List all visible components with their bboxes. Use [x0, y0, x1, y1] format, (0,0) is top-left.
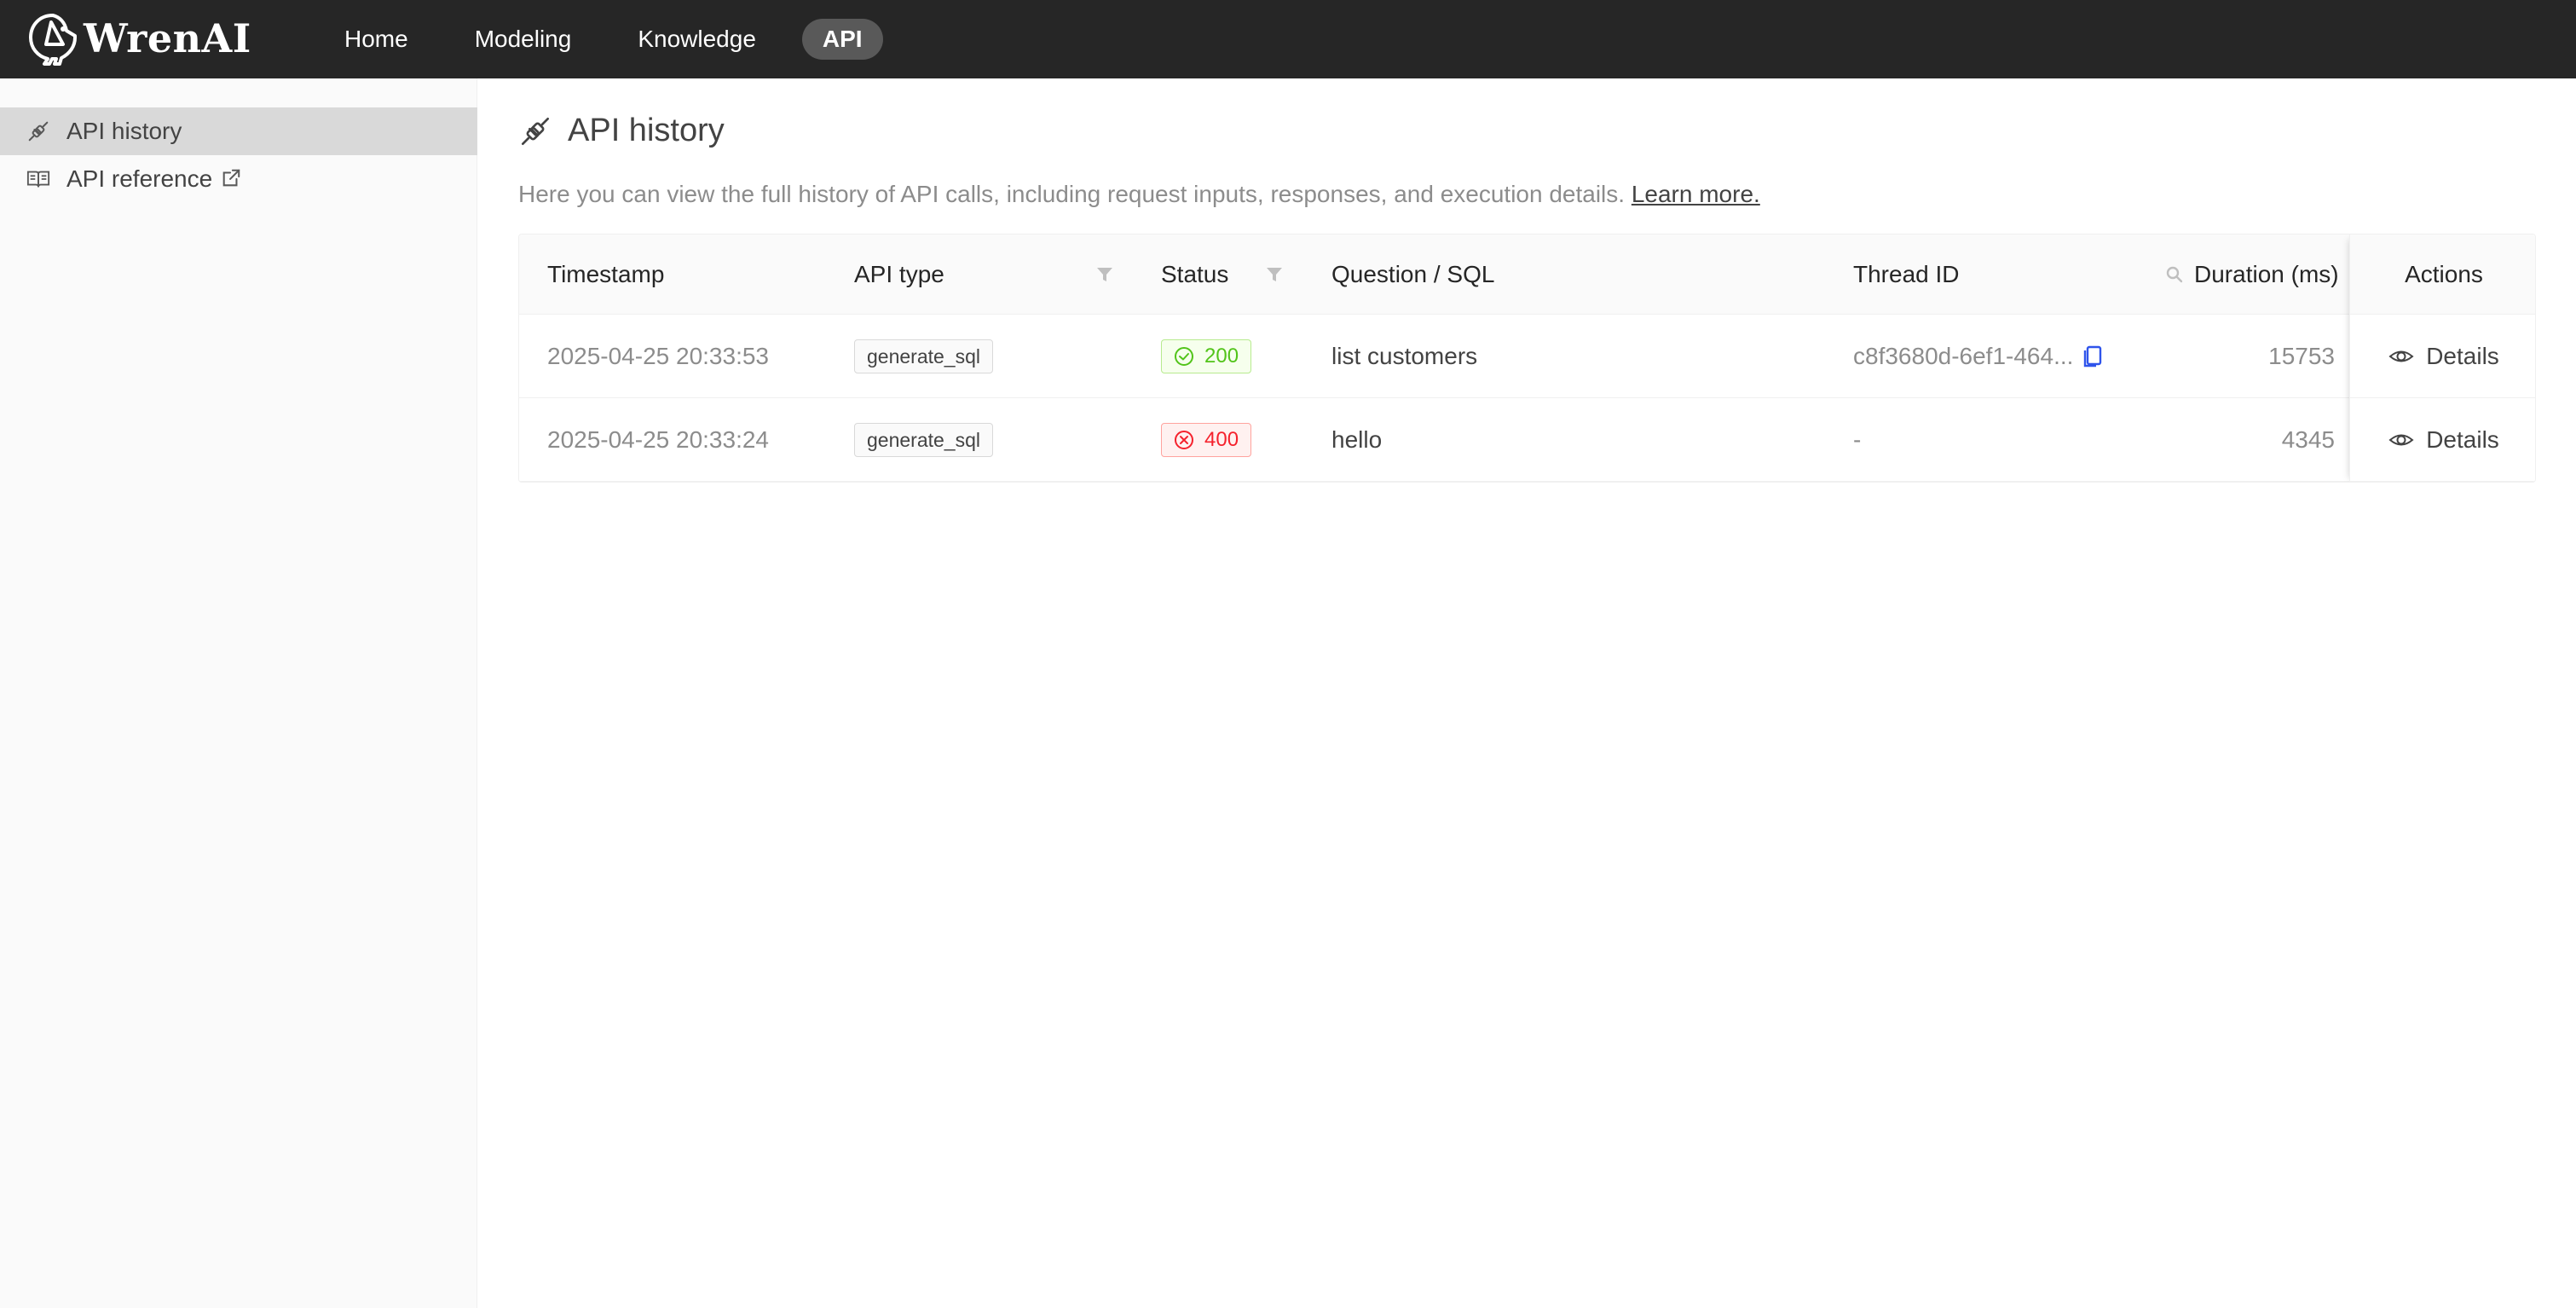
row-question: list customers [1331, 342, 1478, 369]
row-thread-id: c8f3680d-6ef1-464... [1853, 342, 2074, 369]
nav-home[interactable]: Home [324, 20, 429, 59]
thread-id-cell: c8f3680d-6ef1-464... [1853, 315, 2104, 397]
status-code: 200 [1204, 344, 1239, 368]
status-filter-icon[interactable] [1265, 265, 1284, 284]
header-thread-id[interactable]: Thread ID [1853, 234, 1960, 314]
api-type-cell: generate_sql [854, 315, 993, 397]
header-status[interactable]: Status [1161, 234, 1228, 314]
page-title: API history [518, 113, 725, 149]
nav-knowledge[interactable]: Knowledge [617, 20, 777, 59]
status-code: 400 [1204, 427, 1239, 451]
header-actions: Actions [2350, 234, 2535, 315]
status-badge: 400 [1161, 422, 1252, 457]
api-type-tag: generate_sql [854, 339, 993, 373]
learn-more-link[interactable]: Learn more. [1632, 181, 1760, 207]
row-duration: 15753 [2268, 342, 2335, 369]
api-plug-icon [26, 119, 51, 144]
check-circle-icon [1175, 346, 1193, 366]
sidebar: API history API reference [0, 78, 477, 1308]
external-link-icon [221, 168, 243, 190]
actions-column: Actions Details Details [2349, 234, 2535, 482]
header-question-sql[interactable]: Question / SQL [1331, 234, 1494, 314]
close-circle-icon [1175, 430, 1193, 449]
table-row[interactable]: 2025-04-25 20:33:53 generate_sql 200 lis… [519, 315, 2535, 398]
row-duration: 4345 [2281, 425, 2335, 453]
app-logo[interactable]: WrenAI [26, 10, 251, 67]
details-label: Details [2426, 425, 2499, 453]
api-plug-icon [518, 114, 552, 148]
api-type-tag: generate_sql [854, 422, 993, 457]
table-row[interactable]: 2025-04-25 20:33:24 generate_sql 400 hel… [519, 398, 2535, 482]
sidebar-item-label: API reference [66, 165, 213, 192]
row-timestamp: 2025-04-25 20:33:24 [547, 425, 769, 453]
page-title-text: API history [568, 113, 725, 148]
status-cell: 200 [1161, 315, 1252, 397]
sidebar-item-label: API history [66, 118, 182, 144]
eye-icon [2388, 434, 2414, 445]
row-thread-id: - [1853, 425, 1862, 453]
header-api-type[interactable]: API type [854, 234, 944, 314]
top-navigation-bar: WrenAI Home Modeling Knowledge API [0, 0, 2576, 78]
details-label: Details [2426, 342, 2499, 369]
api-type-cell: generate_sql [854, 398, 993, 481]
sidebar-item-api-history[interactable]: API history [0, 107, 477, 155]
description-text: Here you can view the full history of AP… [518, 181, 1626, 207]
wren-bird-logo-icon [29, 14, 77, 66]
api-history-table: Timestamp API type Status Question / SQL… [518, 234, 2536, 483]
table-header: Timestamp API type Status Question / SQL… [519, 234, 2535, 315]
status-cell: 400 [1161, 398, 1252, 481]
header-timestamp[interactable]: Timestamp [547, 234, 664, 314]
copy-icon[interactable] [2082, 344, 2104, 368]
details-button[interactable]: Details [2350, 315, 2535, 398]
sidebar-item-api-reference[interactable]: API reference [0, 155, 477, 203]
details-button[interactable]: Details [2350, 398, 2535, 482]
status-badge: 200 [1161, 339, 1252, 373]
api-type-filter-icon[interactable] [1095, 265, 1114, 284]
main-nav: Home Modeling Knowledge API [324, 0, 909, 78]
nav-modeling[interactable]: Modeling [454, 20, 592, 59]
thread-id-search-icon[interactable] [2165, 265, 2184, 284]
nav-api[interactable]: API [801, 19, 883, 60]
app-name: WrenAI [84, 15, 251, 61]
row-question: hello [1331, 425, 1383, 453]
main-content: API history Here you can view the full h… [478, 78, 2576, 1308]
header-duration[interactable]: Duration (ms) [2194, 234, 2339, 314]
row-timestamp: 2025-04-25 20:33:53 [547, 342, 769, 369]
eye-icon [2388, 350, 2414, 362]
book-icon [26, 166, 51, 192]
page-description: Here you can view the full history of AP… [518, 181, 1760, 208]
